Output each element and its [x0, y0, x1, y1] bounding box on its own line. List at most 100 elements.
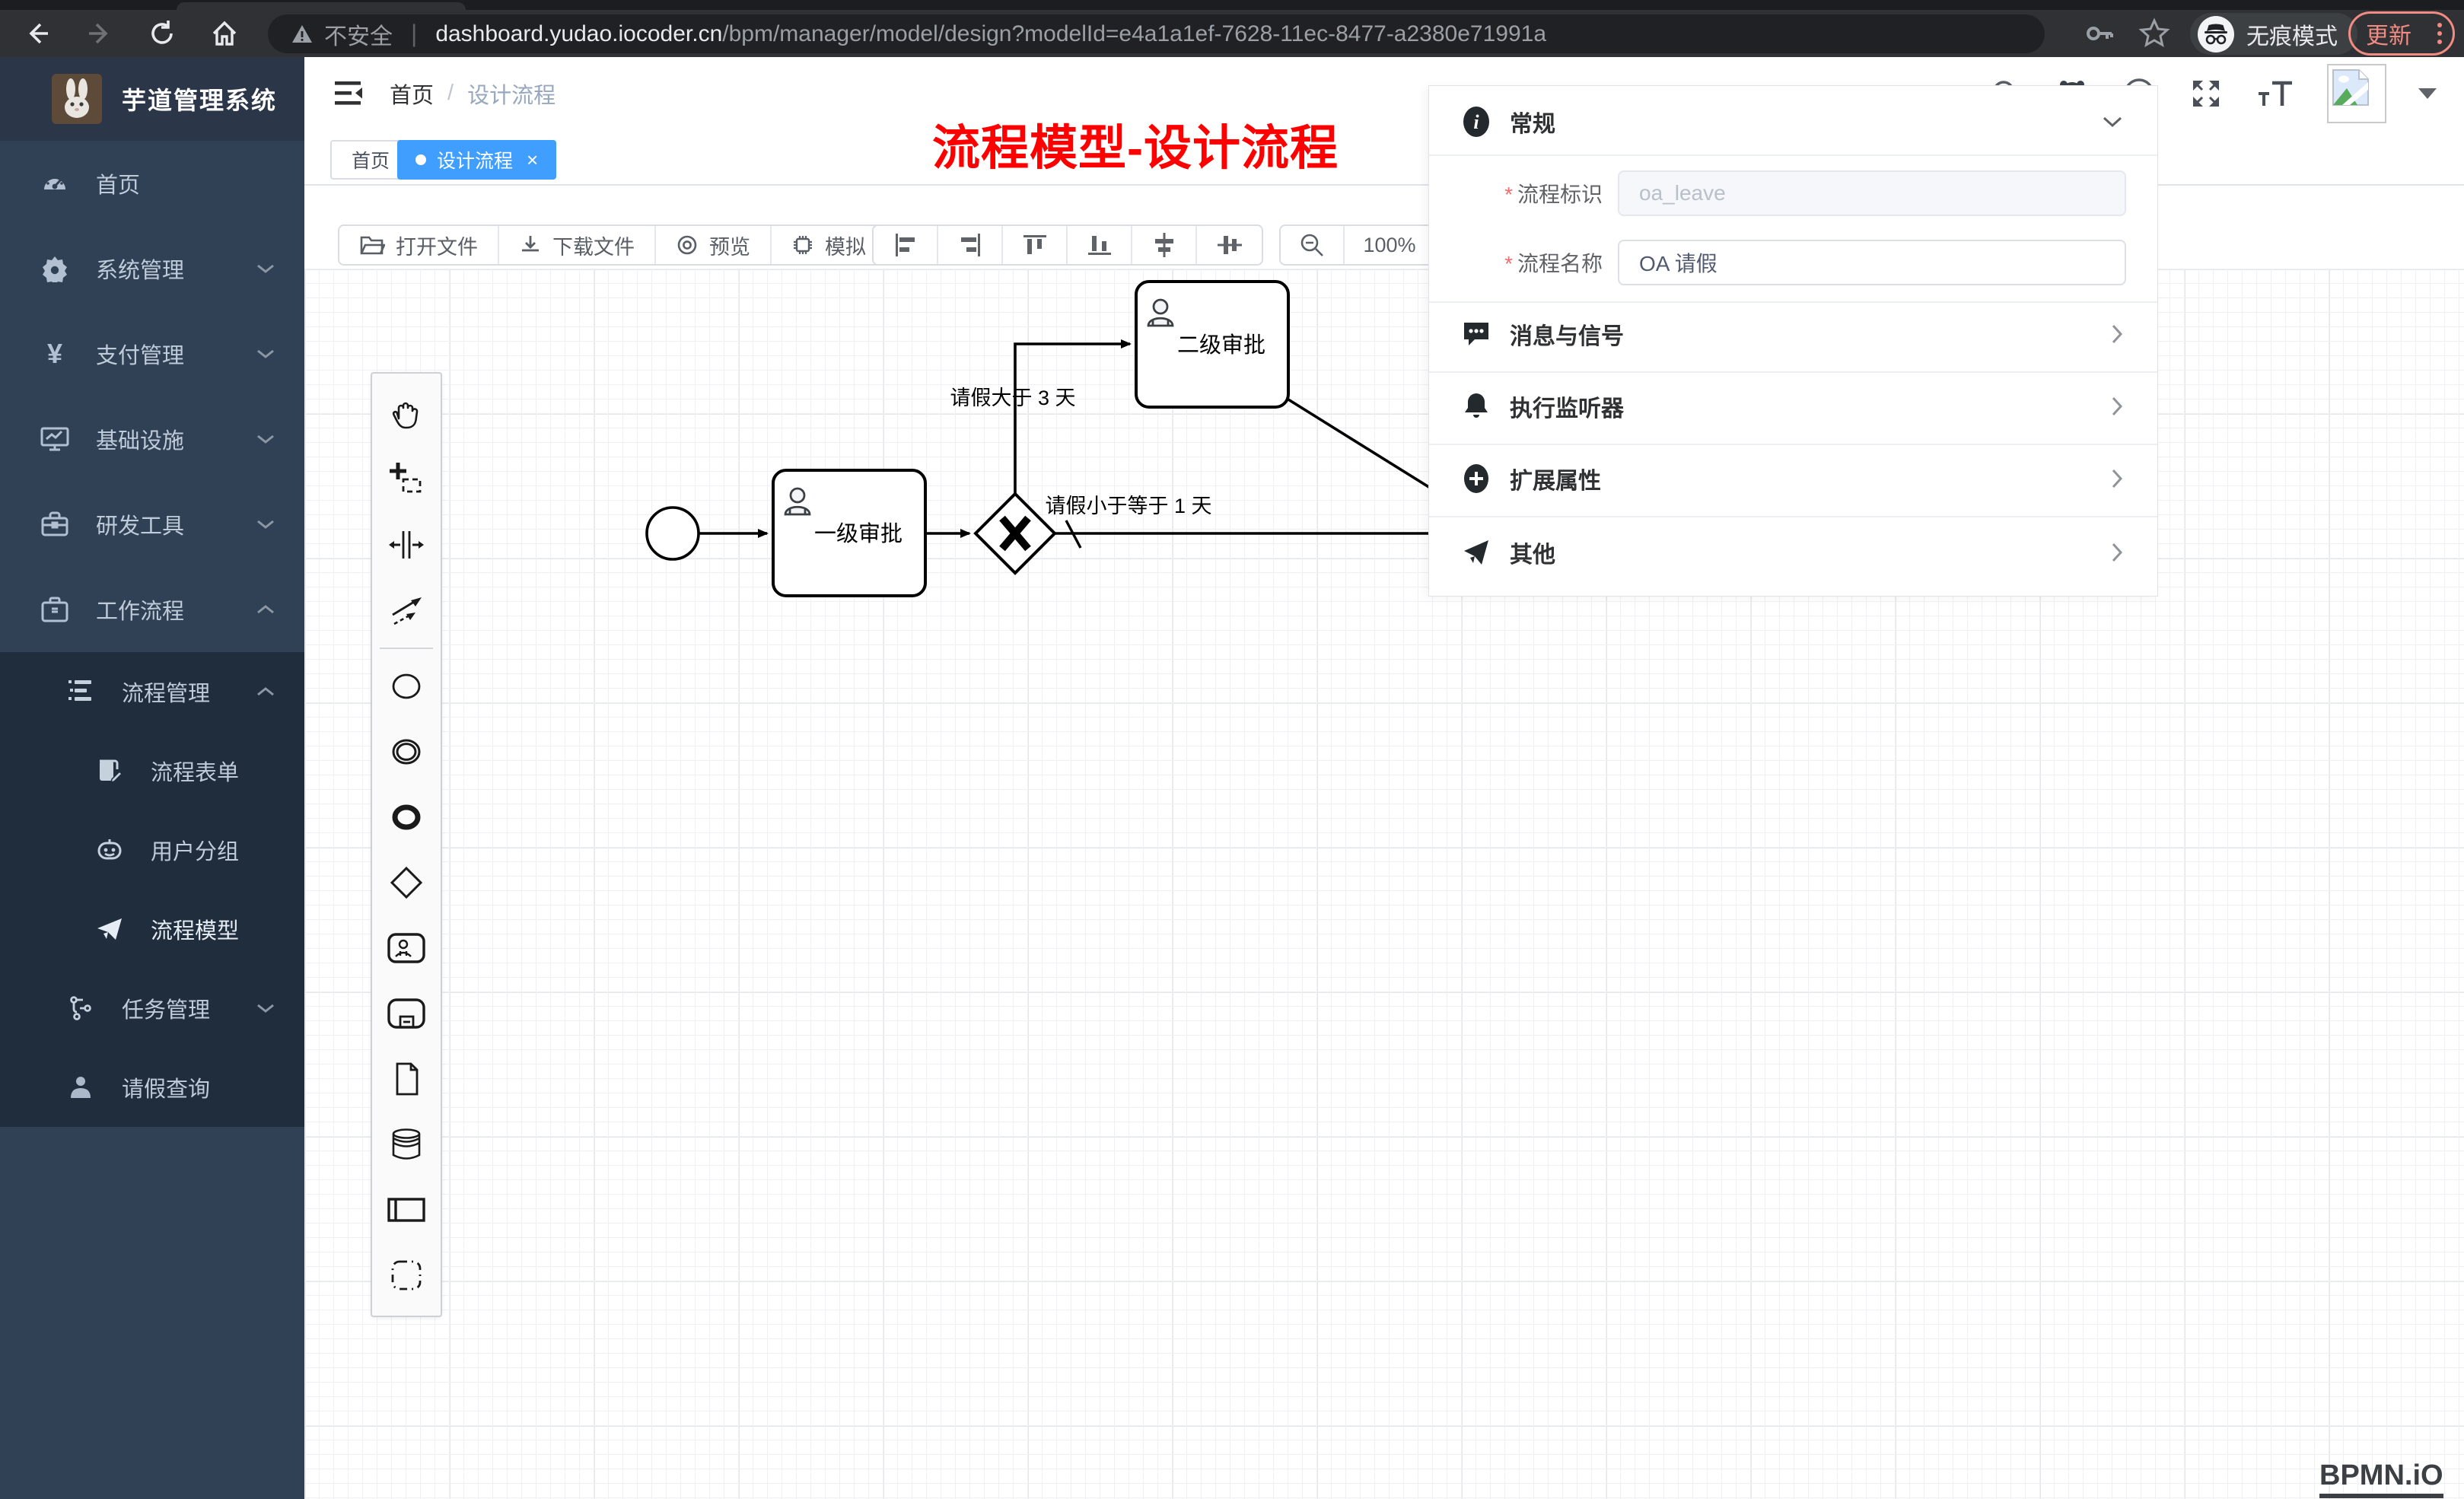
preview-button[interactable]: 预览 [656, 226, 772, 264]
preview-icon [676, 234, 699, 256]
create-data-object[interactable] [372, 1046, 441, 1112]
sidebar-item-process-form[interactable]: 流程表单 [0, 731, 304, 810]
browser-tab[interactable] [177, 2, 466, 10]
toolbar-file-group: 打开文件 下载文件 预览 模拟 [338, 224, 887, 266]
create-start-event[interactable] [372, 654, 441, 719]
create-data-store[interactable] [372, 1112, 441, 1177]
user-task-level2[interactable]: 二级审批 [1136, 282, 1288, 407]
zoom-out-button[interactable] [1281, 226, 1345, 264]
exclusive-gateway[interactable] [976, 494, 1055, 573]
tab-label: 首页 [352, 146, 390, 173]
sidebar-item-infra[interactable]: 基础设施 [0, 396, 304, 482]
section-other[interactable]: 其他 [1429, 527, 2157, 578]
browser-menu-icon[interactable] [2437, 23, 2442, 44]
hand-tool[interactable] [372, 381, 441, 447]
sidebar-item-label: 工作流程 [96, 594, 184, 625]
process-key-input[interactable] [1618, 170, 2126, 216]
security-label: 不安全 [324, 18, 393, 51]
create-gateway[interactable] [372, 850, 441, 915]
create-end-event[interactable] [372, 785, 441, 850]
browser-update-button[interactable]: 更新 [2348, 11, 2455, 56]
breadcrumb-home[interactable]: 首页 [390, 78, 434, 110]
bell-icon [1460, 391, 1493, 422]
section-general[interactable]: i 常规 [1429, 97, 2157, 147]
flow-label-le[interactable]: 请假小于等于 1 天 [1045, 495, 1211, 517]
sidebar-item-label: 流程模型 [151, 913, 239, 945]
avatar-dropdown-icon[interactable] [2418, 88, 2437, 99]
bookmark-star-button[interactable] [2131, 10, 2178, 57]
align-top-button[interactable] [1003, 226, 1068, 264]
open-file-button[interactable]: 打开文件 [339, 226, 499, 264]
password-key-button[interactable] [2076, 10, 2123, 57]
start-event[interactable] [647, 508, 699, 559]
tab-design-process[interactable]: 设计流程 × [397, 140, 556, 180]
url-path: /bpm/manager/model/design?modelId=e4a1a1… [722, 21, 1546, 47]
browser-chrome: 不安全 | dashboard.yudao.iocoder.cn/bpm/man… [0, 0, 2464, 57]
button-label: 打开文件 [396, 231, 478, 260]
app-logo[interactable]: 芋道管理系统 [0, 57, 304, 141]
align-right-button[interactable] [938, 226, 1003, 264]
fullscreen-icon[interactable] [2189, 76, 2224, 111]
download-file-button[interactable]: 下载文件 [499, 226, 656, 264]
sidebar-item-task-mgmt[interactable]: 任务管理 [0, 969, 304, 1048]
close-icon[interactable]: × [527, 148, 538, 172]
palette-separator [380, 648, 433, 649]
space-tool[interactable] [372, 512, 441, 578]
create-participant[interactable] [372, 1177, 441, 1243]
sidebar-item-home[interactable]: 首页 [0, 141, 304, 226]
section-message-signal[interactable]: 消息与信号 [1429, 309, 2157, 359]
chevron-down-icon [256, 263, 275, 275]
field-process-key: *流程标识 [1429, 170, 2157, 217]
create-subprocess[interactable] [372, 981, 441, 1046]
simulate-button[interactable]: 模拟 [772, 226, 886, 264]
sidebar-item-workflow[interactable]: 工作流程 [0, 567, 304, 652]
align-bottom-button[interactable] [1068, 226, 1132, 264]
chevron-right-icon [2110, 395, 2124, 418]
process-name-input[interactable] [1618, 240, 2126, 285]
reload-button[interactable] [138, 10, 186, 57]
url-bar[interactable]: 不安全 | dashboard.yudao.iocoder.cn/bpm/man… [268, 14, 2045, 53]
section-extended-attrs[interactable]: 扩展属性 [1429, 454, 2157, 504]
sidebar-item-process-model[interactable]: 流程模型 [0, 890, 304, 969]
button-label: 模拟 [825, 231, 866, 260]
section-execution-listener[interactable]: 执行监听器 [1429, 381, 2157, 431]
align-left-button[interactable] [874, 226, 938, 264]
create-intermediate-event[interactable] [372, 719, 441, 785]
sidebar-item-process-mgmt[interactable]: 流程管理 [0, 652, 304, 731]
align-center-button[interactable] [1197, 226, 1262, 264]
create-group[interactable] [372, 1243, 441, 1308]
font-size-icon[interactable] [2255, 77, 2295, 110]
chevron-down-icon[interactable] [2101, 115, 2124, 129]
create-user-task[interactable] [372, 915, 441, 981]
sidebar-item-system[interactable]: 系统管理 [0, 226, 304, 311]
chevron-right-icon [2110, 541, 2124, 564]
align-middle-button[interactable] [1132, 226, 1197, 264]
back-button[interactable] [14, 10, 61, 57]
menu-fold-button[interactable] [332, 75, 368, 112]
browser-tab-strip [0, 0, 2464, 10]
form-edit-icon [94, 758, 125, 784]
chevron-down-icon [256, 518, 275, 530]
zoom-level[interactable]: 100% [1345, 226, 1436, 264]
sidebar-item-leave-query[interactable]: 请假查询 [0, 1048, 304, 1127]
bpmn-io-link[interactable]: BPMN.iO [2319, 1459, 2443, 1498]
warning-icon [291, 23, 314, 46]
section-title: 扩展属性 [1510, 462, 1601, 495]
field-process-name: *流程名称 [1429, 239, 2157, 286]
task-label: 一级审批 [814, 521, 903, 546]
forward-button[interactable] [76, 10, 123, 57]
global-connect-tool[interactable] [372, 578, 441, 643]
user-task-level1[interactable]: 一级审批 [773, 470, 925, 596]
sidebar-item-label: 基础设施 [96, 423, 184, 455]
chevron-right-icon [2110, 323, 2124, 345]
sidebar-item-user-group[interactable]: 用户分组 [0, 810, 304, 890]
avatar[interactable] [2327, 64, 2386, 123]
flow-label-gt[interactable]: 请假大于 3 天 [950, 387, 1075, 409]
back-icon [31, 24, 48, 43]
lasso-tool[interactable] [372, 447, 441, 512]
home-button[interactable] [201, 10, 248, 57]
sidebar-item-devtools[interactable]: 研发工具 [0, 482, 304, 567]
app-title: 芋道管理系统 [122, 81, 277, 116]
sidebar-item-payment[interactable]: ¥ 支付管理 [0, 311, 304, 396]
flow-gateway-to-task2[interactable] [1015, 344, 1130, 495]
